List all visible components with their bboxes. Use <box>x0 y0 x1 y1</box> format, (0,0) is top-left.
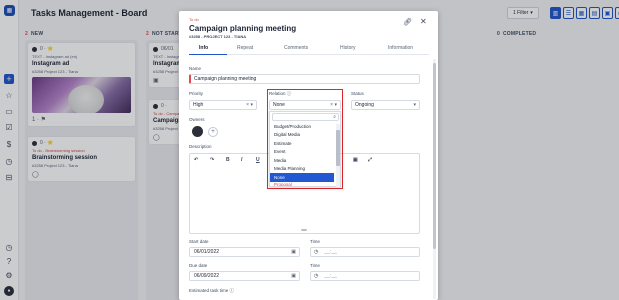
estimated-time-label: Estimated task time ⓘ <box>189 288 235 293</box>
fullscreen-icon[interactable]: ⤢ <box>368 157 372 163</box>
owners-label: Owners <box>189 117 205 122</box>
option-budget-production[interactable]: Budget/Production <box>270 122 334 131</box>
status-label: Status <box>351 91 364 96</box>
option-media-planning[interactable]: Media Planning <box>270 165 334 174</box>
dropdown-scrollbar-thumb[interactable] <box>336 130 340 166</box>
priority-select[interactable]: High × ▾ <box>189 100 257 110</box>
option-estimate[interactable]: Estimate <box>270 139 334 148</box>
status-select[interactable]: Ongoing ▾ <box>351 100 420 110</box>
start-time-label: Time <box>310 239 320 244</box>
resize-handle[interactable] <box>301 229 307 231</box>
modal-tabs: Info Repeat Comments History Information <box>189 42 429 55</box>
task-status-label: To do <box>189 17 199 22</box>
relation-dropdown: ⌕ Budget/Production Digital Media Estima… <box>269 111 341 187</box>
info-icon: ⓘ <box>229 288 235 293</box>
due-date-label: Due date <box>189 263 208 268</box>
calendar-icon[interactable]: ▣ <box>291 249 296 255</box>
calendar-icon[interactable]: ▣ <box>291 273 296 279</box>
add-owner-icon[interactable]: + <box>208 127 218 137</box>
owner-avatar[interactable] <box>192 126 203 137</box>
undo-icon[interactable]: ↶ <box>194 157 198 163</box>
due-time-field[interactable]: ◷ __:__ <box>310 271 420 281</box>
clear-chevron-icon: × ▾ <box>246 102 253 108</box>
tab-repeat[interactable]: Repeat <box>237 45 253 51</box>
modal-scrollbar-thumb[interactable] <box>433 63 436 249</box>
option-event[interactable]: Event <box>270 148 334 157</box>
option-media[interactable]: Media <box>270 156 334 165</box>
clock-icon: ◷ <box>314 249 319 255</box>
search-icon: ⌕ <box>333 114 336 120</box>
relation-search-input[interactable]: ⌕ <box>272 113 339 121</box>
option-proposal[interactable]: Proposal <box>270 182 334 186</box>
description-label: Description <box>189 144 212 149</box>
start-date-label: Start date <box>189 239 209 244</box>
chevron-down-icon: ▾ <box>413 102 416 108</box>
tab-comments[interactable]: Comments <box>284 45 308 51</box>
tab-history[interactable]: History <box>340 45 356 51</box>
link-icon[interactable]: 🔗︎ <box>403 18 412 26</box>
start-time-field[interactable]: ◷ __:__ <box>310 247 420 257</box>
close-icon[interactable]: ✕ <box>420 17 427 26</box>
task-detail-modal: To do Campaign planning meeting #3258 - … <box>179 11 438 300</box>
redo-icon[interactable]: ↷ <box>210 157 214 163</box>
clock-icon: ◷ <box>314 273 319 279</box>
start-date-field[interactable]: 06/01/2022 ▣ <box>189 247 300 257</box>
tab-info[interactable]: Info <box>199 45 208 51</box>
bold-icon[interactable]: B <box>226 157 230 163</box>
underline-icon[interactable]: U <box>256 157 260 163</box>
tab-information[interactable]: Information <box>388 45 413 51</box>
modal-title: Campaign planning meeting <box>189 24 297 33</box>
image-icon[interactable]: ▣ <box>353 157 358 163</box>
due-date-field[interactable]: 06/09/2022 ▣ <box>189 271 300 281</box>
option-none[interactable]: None <box>270 173 334 182</box>
italic-icon[interactable]: I <box>241 157 242 163</box>
option-digital-media[interactable]: Digital Media <box>270 131 334 140</box>
modal-subtitle: #3258 - PROJECT 123 - TIANA <box>189 34 247 39</box>
due-time-label: Time <box>310 263 320 268</box>
name-field[interactable]: Campaign planning meeting <box>189 74 420 84</box>
active-tab-indicator <box>189 54 227 55</box>
relation-option-list: Budget/Production Digital Media Estimate… <box>270 122 334 186</box>
priority-label: Priority <box>189 91 204 96</box>
name-label: Name <box>189 66 202 71</box>
